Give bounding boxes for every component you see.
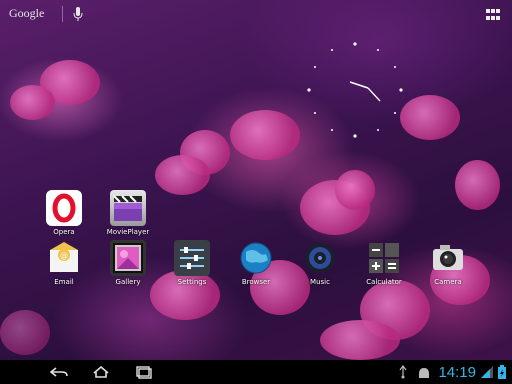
- google-logo[interactable]: Google: [9, 6, 44, 21]
- signal-icon: [481, 366, 493, 378]
- app-label: Music: [310, 278, 330, 286]
- wallpaper: [0, 0, 512, 360]
- usb-icon: [399, 365, 407, 379]
- app-gallery[interactable]: Gallery: [98, 240, 158, 286]
- clock-time: 14:19: [438, 363, 476, 381]
- music-icon: [302, 240, 338, 276]
- email-icon: @: [46, 240, 82, 276]
- app-label: Camera: [434, 278, 462, 286]
- browser-icon: [238, 240, 274, 276]
- back-icon[interactable]: [48, 364, 70, 380]
- recent-apps-icon[interactable]: [132, 364, 154, 380]
- opera-icon: [46, 190, 82, 226]
- app-opera[interactable]: Opera: [34, 190, 94, 236]
- all-apps-icon[interactable]: [486, 9, 500, 21]
- gallery-icon: [110, 240, 146, 276]
- system-bar: 14:19: [0, 360, 512, 384]
- app-music[interactable]: Music: [290, 240, 350, 286]
- app-label: Opera: [53, 228, 75, 236]
- app-calculator[interactable]: Calculator: [354, 240, 414, 286]
- app-movieplayer[interactable]: MoviePlayer: [98, 190, 158, 236]
- movieplayer-icon: [110, 190, 146, 226]
- app-settings[interactable]: Settings: [162, 240, 222, 286]
- search-bar[interactable]: Google: [0, 0, 512, 30]
- app-browser[interactable]: Browser: [226, 240, 286, 286]
- app-camera[interactable]: Camera: [418, 240, 478, 286]
- android-debug-icon: [419, 368, 429, 378]
- app-label: Browser: [241, 278, 271, 286]
- status-area[interactable]: 14:19: [438, 363, 506, 381]
- camera-icon: [430, 240, 466, 276]
- battery-charging-icon: [498, 365, 506, 379]
- calculator-icon: [366, 240, 402, 276]
- home-icon[interactable]: [90, 364, 112, 380]
- app-label: Email: [54, 278, 74, 286]
- app-label: Settings: [177, 278, 207, 286]
- app-label: Calculator: [366, 278, 402, 286]
- app-label: MoviePlayer: [106, 228, 150, 236]
- analog-clock-widget[interactable]: [300, 35, 410, 145]
- app-label: Gallery: [115, 278, 141, 286]
- svg-text:@: @: [60, 251, 68, 260]
- app-email[interactable]: @ Email: [34, 240, 94, 286]
- settings-icon: [174, 240, 210, 276]
- microphone-icon[interactable]: [73, 7, 83, 22]
